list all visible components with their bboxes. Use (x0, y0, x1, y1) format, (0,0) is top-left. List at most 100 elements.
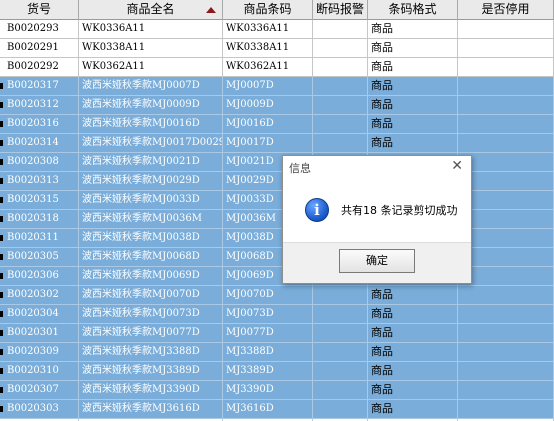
cell-alarm[interactable] (313, 20, 368, 38)
cell-fullname[interactable]: 波西米娅秋季款MJ3616D (79, 400, 223, 418)
cell-huohao[interactable]: B0020309 (0, 343, 79, 361)
cell-alarm[interactable] (313, 58, 368, 76)
column-header-alarm[interactable]: 断码报警 (313, 0, 368, 20)
table-row[interactable]: B0020302 波西米娅秋季款MJ0070D MJ0070D 商品 (0, 286, 554, 305)
cell-barcode[interactable]: WK0338A11 (223, 39, 313, 57)
cell-disabled[interactable] (458, 305, 554, 323)
cell-barcode[interactable]: MJ0009D (223, 96, 313, 114)
cell-format[interactable]: 商品 (368, 134, 458, 152)
table-row[interactable]: B0020316 波西米娅秋季款MJ0016D MJ0016D 商品 (0, 115, 554, 134)
cell-fullname[interactable]: 波西米娅秋季款MJ0021D (79, 153, 223, 171)
cell-alarm[interactable] (313, 115, 368, 133)
cell-alarm[interactable] (313, 286, 368, 304)
cell-fullname[interactable]: 波西米娅秋季款MJ0017D0029D (79, 134, 223, 152)
cell-disabled[interactable] (458, 134, 554, 152)
cell-barcode[interactable]: MJ0007D (223, 77, 313, 95)
cell-disabled[interactable] (458, 400, 554, 418)
cell-format[interactable]: 商品 (368, 343, 458, 361)
cell-format[interactable]: 商品 (368, 58, 458, 76)
cell-barcode[interactable]: MJ0077D (223, 324, 313, 342)
cell-barcode[interactable]: MJ0073D (223, 305, 313, 323)
cell-alarm[interactable] (313, 134, 368, 152)
cell-disabled[interactable] (458, 153, 554, 171)
cell-fullname[interactable]: 波西米娅秋季款MJ0068D (79, 248, 223, 266)
cell-fullname[interactable]: 波西米娅秋季款MJ0070D (79, 286, 223, 304)
cell-huohao[interactable]: B0020308 (0, 153, 79, 171)
cell-format[interactable]: 商品 (368, 286, 458, 304)
cell-fullname[interactable]: 波西米娅秋季款MJ3388D (79, 343, 223, 361)
cell-barcode[interactable]: WK0336A11 (223, 20, 313, 38)
table-row[interactable]: B0020301 波西米娅秋季款MJ0077D MJ0077D 商品 (0, 324, 554, 343)
cell-fullname[interactable]: 波西米娅秋季款MJ0073D (79, 305, 223, 323)
cell-fullname[interactable]: WK0362A11 (79, 58, 223, 76)
cell-huohao[interactable]: B0020291 (0, 39, 79, 57)
cell-disabled[interactable] (458, 96, 554, 114)
cell-format[interactable]: 商品 (368, 324, 458, 342)
cell-huohao[interactable]: B0020305 (0, 248, 79, 266)
cell-huohao[interactable]: B0020316 (0, 115, 79, 133)
column-header-format[interactable]: 条码格式 (368, 0, 458, 20)
table-row[interactable]: B0020307 波西米娅秋季款MJ3390D MJ3390D 商品 (0, 381, 554, 400)
cell-alarm[interactable] (313, 343, 368, 361)
cell-disabled[interactable] (458, 39, 554, 57)
cell-barcode[interactable]: MJ0070D (223, 286, 313, 304)
cell-disabled[interactable] (458, 115, 554, 133)
cell-disabled[interactable] (458, 248, 554, 266)
cell-format[interactable]: 商品 (368, 115, 458, 133)
cell-disabled[interactable] (458, 77, 554, 95)
cell-huohao[interactable]: B0020318 (0, 210, 79, 228)
column-header-fullname[interactable]: 商品全名 (79, 0, 223, 20)
cell-format[interactable]: 商品 (368, 20, 458, 38)
cell-fullname[interactable]: 波西米娅秋季款MJ0009D (79, 96, 223, 114)
cell-fullname[interactable]: 波西米娅秋季款MJ0069D (79, 267, 223, 285)
cell-disabled[interactable] (458, 20, 554, 38)
cell-huohao[interactable]: B0020302 (0, 286, 79, 304)
cell-alarm[interactable] (313, 96, 368, 114)
cell-fullname[interactable]: 波西米娅秋季款MJ0016D (79, 115, 223, 133)
cell-format[interactable]: 商品 (368, 381, 458, 399)
cell-format[interactable]: 商品 (368, 96, 458, 114)
cell-format[interactable]: 商品 (368, 400, 458, 418)
cell-barcode[interactable]: MJ0017D (223, 134, 313, 152)
cell-disabled[interactable] (458, 381, 554, 399)
cell-disabled[interactable] (458, 343, 554, 361)
cell-huohao[interactable]: B0020304 (0, 305, 79, 323)
cell-alarm[interactable] (313, 324, 368, 342)
cell-disabled[interactable] (458, 229, 554, 247)
column-header-disabled[interactable]: 是否停用 (458, 0, 554, 20)
cell-format[interactable]: 商品 (368, 362, 458, 380)
close-icon[interactable]: ✕ (451, 158, 463, 174)
cell-disabled[interactable] (458, 286, 554, 304)
cell-alarm[interactable] (313, 362, 368, 380)
cell-huohao[interactable]: B0020292 (0, 58, 79, 76)
cell-huohao[interactable]: B0020301 (0, 324, 79, 342)
cell-huohao[interactable]: B0020315 (0, 191, 79, 209)
table-row[interactable]: B0020314 波西米娅秋季款MJ0017D0029D MJ0017D 商品 (0, 134, 554, 153)
cell-barcode[interactable]: WK0362A11 (223, 58, 313, 76)
cell-fullname[interactable]: 波西米娅秋季款MJ3389D (79, 362, 223, 380)
column-header-barcode[interactable]: 商品条码 (223, 0, 313, 20)
cell-huohao[interactable]: B0020303 (0, 400, 79, 418)
cell-disabled[interactable] (458, 210, 554, 228)
cell-format[interactable]: 商品 (368, 39, 458, 57)
cell-huohao[interactable]: B0020307 (0, 381, 79, 399)
cell-fullname[interactable]: 波西米娅秋季款MJ0038D (79, 229, 223, 247)
cell-barcode[interactable]: MJ3390D (223, 381, 313, 399)
cell-huohao[interactable]: B0020306 (0, 267, 79, 285)
cell-huohao[interactable]: B0020293 (0, 20, 79, 38)
cell-huohao[interactable]: B0020314 (0, 134, 79, 152)
cell-barcode[interactable]: MJ3389D (223, 362, 313, 380)
cell-huohao[interactable]: B0020312 (0, 96, 79, 114)
table-row[interactable]: B0020292 WK0362A11 WK0362A11 商品 (0, 58, 554, 77)
table-row[interactable]: B0020303 波西米娅秋季款MJ3616D MJ3616D 商品 (0, 400, 554, 419)
cell-fullname[interactable]: WK0338A11 (79, 39, 223, 57)
cell-disabled[interactable] (458, 191, 554, 209)
cell-huohao[interactable]: B0020317 (0, 77, 79, 95)
table-row[interactable]: B0020309 波西米娅秋季款MJ3388D MJ3388D 商品 (0, 343, 554, 362)
column-header-huohao[interactable]: 货号 (0, 0, 79, 20)
cell-barcode[interactable]: MJ3388D (223, 343, 313, 361)
cell-fullname[interactable]: 波西米娅秋季款MJ0033D (79, 191, 223, 209)
table-row[interactable]: B0020304 波西米娅秋季款MJ0073D MJ0073D 商品 (0, 305, 554, 324)
ok-button[interactable]: 确定 (339, 249, 415, 273)
cell-huohao[interactable]: B0020310 (0, 362, 79, 380)
